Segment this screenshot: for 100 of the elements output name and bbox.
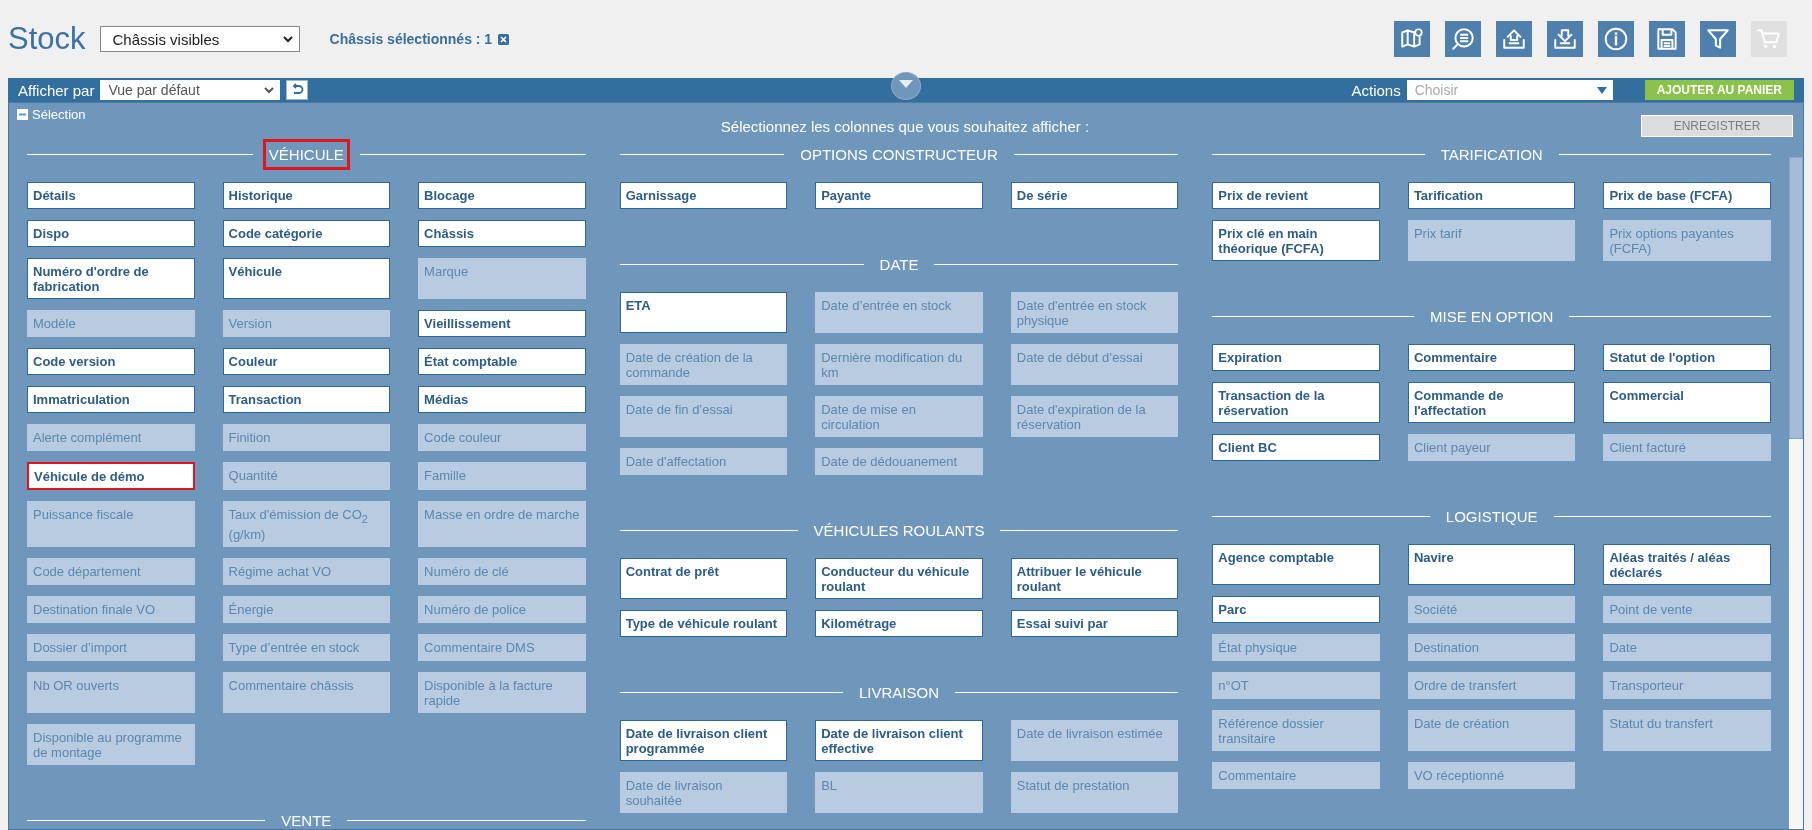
column-option[interactable]: Couleur bbox=[222, 348, 391, 375]
column-option[interactable]: Masse en ordre de marche bbox=[418, 501, 586, 547]
column-option[interactable]: Dossier d’import bbox=[27, 633, 195, 661]
column-option[interactable]: Destination bbox=[1407, 634, 1576, 661]
column-option[interactable]: Véhicule de démo bbox=[27, 462, 195, 490]
column-option[interactable]: Date de création bbox=[1407, 710, 1576, 751]
column-option[interactable]: Ordre de transfert bbox=[1407, 672, 1576, 699]
column-option[interactable]: Commentaire DMS bbox=[418, 633, 586, 661]
column-option[interactable]: Date de fin d’essai bbox=[619, 396, 788, 437]
column-option[interactable]: Attribuer le véhicule roulant bbox=[1010, 558, 1179, 599]
column-option[interactable]: Disponible à la facture rapide bbox=[418, 671, 586, 713]
column-option[interactable]: VO réceptionné bbox=[1407, 762, 1576, 789]
actions-select[interactable]: Choisir bbox=[1406, 80, 1613, 100]
collapse-toggle[interactable] bbox=[891, 72, 921, 100]
filter-button[interactable] bbox=[1700, 21, 1736, 57]
column-option[interactable]: Détails bbox=[27, 182, 195, 209]
column-option[interactable]: Quantité bbox=[222, 462, 391, 490]
column-option[interactable]: Commande de l'affectation bbox=[1407, 382, 1576, 423]
column-option[interactable]: Agence comptable bbox=[1212, 544, 1380, 585]
column-option[interactable]: Référence dossier transitaire bbox=[1212, 710, 1380, 751]
column-option[interactable]: Type d’entrée en stock bbox=[222, 633, 391, 661]
column-option[interactable]: BL bbox=[815, 772, 983, 813]
column-option[interactable]: Essai suivi par bbox=[1010, 610, 1179, 637]
column-option[interactable]: Alerte complément bbox=[27, 424, 195, 451]
column-option[interactable]: Modèle bbox=[27, 310, 195, 337]
column-option[interactable]: Régime achat VO bbox=[222, 557, 391, 585]
column-option[interactable]: Commercial bbox=[1603, 382, 1771, 423]
column-option[interactable]: Disponible au programme de montage bbox=[27, 723, 195, 765]
column-option[interactable]: Date de début d’essai bbox=[1010, 344, 1179, 385]
column-option[interactable]: Parc bbox=[1212, 596, 1380, 623]
column-option[interactable]: Prix options payantes (FCFA) bbox=[1603, 220, 1771, 261]
column-option[interactable]: Statut du transfert bbox=[1603, 710, 1771, 751]
reset-button[interactable] bbox=[286, 80, 309, 100]
column-option[interactable]: Code couleur bbox=[418, 424, 586, 451]
column-option[interactable]: Garnissage bbox=[619, 182, 788, 209]
column-option[interactable]: Commentaire bbox=[1407, 344, 1576, 371]
column-option[interactable]: Date de livraison client effective bbox=[815, 720, 983, 761]
column-option[interactable]: Châssis bbox=[418, 220, 586, 247]
clear-icon[interactable] bbox=[498, 33, 510, 45]
column-option[interactable]: Prix de base (FCFA) bbox=[1603, 182, 1771, 209]
column-option[interactable]: Type de véhicule roulant bbox=[619, 610, 788, 637]
column-option[interactable]: Famille bbox=[418, 462, 586, 490]
column-option[interactable]: Statut de prestation bbox=[1010, 772, 1179, 813]
column-option[interactable]: Version bbox=[222, 310, 391, 337]
info-button[interactable] bbox=[1598, 21, 1634, 57]
column-option[interactable]: Date d'entrée en stock physique bbox=[1010, 292, 1179, 333]
column-option[interactable]: État physique bbox=[1212, 634, 1380, 661]
column-option[interactable]: Prix tarif bbox=[1407, 220, 1576, 261]
download-button[interactable] bbox=[1547, 21, 1583, 57]
column-option[interactable]: Date de livraison client programmée bbox=[619, 720, 788, 761]
column-option[interactable]: Société bbox=[1407, 596, 1576, 623]
save-button[interactable] bbox=[1649, 21, 1685, 57]
column-option[interactable]: Énergie bbox=[222, 595, 391, 623]
collapse-icon[interactable] bbox=[17, 109, 28, 120]
column-option[interactable]: Médias bbox=[418, 386, 586, 413]
column-option[interactable]: Date d'expiration de la réservation bbox=[1010, 396, 1179, 437]
column-option[interactable]: Marque bbox=[418, 258, 586, 299]
column-option[interactable]: Numéro de police bbox=[418, 595, 586, 623]
column-option[interactable]: Taux d'émission de CO$_{2}$ (g/km) bbox=[222, 501, 391, 547]
column-option[interactable]: Prix clé en main théorique (FCFA) bbox=[1212, 220, 1380, 261]
column-option[interactable]: Code catégorie bbox=[222, 220, 391, 247]
map-button[interactable] bbox=[1394, 21, 1430, 57]
column-option[interactable]: Code département bbox=[27, 557, 195, 585]
selection-toggle[interactable]: Sélection bbox=[32, 107, 86, 122]
column-option[interactable]: Date de livraison estimée bbox=[1010, 720, 1179, 761]
column-option[interactable]: n°OT bbox=[1212, 672, 1380, 699]
column-option[interactable]: Puissance fiscale bbox=[27, 501, 195, 547]
column-option[interactable]: Finition bbox=[222, 424, 391, 451]
column-option[interactable]: Expiration bbox=[1212, 344, 1380, 371]
column-option[interactable]: Tarification bbox=[1407, 182, 1576, 209]
column-option[interactable]: Nb OR ouverts bbox=[27, 671, 195, 713]
column-option[interactable]: Date de création de la commande bbox=[619, 344, 788, 385]
column-option[interactable]: De série bbox=[1010, 182, 1179, 209]
column-option[interactable]: Vieillissement bbox=[418, 310, 586, 337]
column-option[interactable]: Date de dédouanement bbox=[815, 448, 983, 475]
column-option[interactable]: Historique bbox=[222, 182, 391, 209]
column-option[interactable]: État comptable bbox=[418, 348, 586, 375]
column-option[interactable]: Client BC bbox=[1212, 434, 1380, 461]
column-option[interactable]: Payante bbox=[815, 182, 983, 209]
column-option[interactable]: Navire bbox=[1407, 544, 1576, 585]
column-option[interactable]: Aléas traités / aléas déclarés bbox=[1603, 544, 1771, 585]
column-option[interactable]: Date de livraison souhaitée bbox=[619, 772, 788, 813]
column-option[interactable]: Statut de l'option bbox=[1603, 344, 1771, 371]
column-option[interactable]: Numéro d'ordre de fabrication bbox=[27, 258, 195, 299]
column-option[interactable]: Destination finale VO bbox=[27, 595, 195, 623]
column-option[interactable]: Commentaire châssis bbox=[222, 671, 391, 713]
column-option[interactable]: Commentaire bbox=[1212, 762, 1380, 789]
column-option[interactable]: Point de vente bbox=[1603, 596, 1771, 623]
view-select[interactable]: Vue par défaut bbox=[100, 80, 281, 100]
column-option[interactable]: Kilométrage bbox=[815, 610, 983, 637]
upload-button[interactable] bbox=[1496, 21, 1532, 57]
view-select[interactable]: Châssis visibles bbox=[99, 26, 300, 52]
column-option[interactable]: Transaction bbox=[222, 386, 391, 413]
column-option[interactable]: Transaction de la réservation bbox=[1212, 382, 1380, 423]
column-option[interactable]: Date d’entrée en stock bbox=[815, 292, 983, 333]
column-option[interactable]: Client payeur bbox=[1407, 434, 1576, 461]
column-option[interactable]: Date bbox=[1603, 634, 1771, 661]
column-option[interactable]: Véhicule bbox=[222, 258, 391, 299]
column-option[interactable]: Client facturé bbox=[1603, 434, 1771, 461]
column-option[interactable]: Transporteur bbox=[1603, 672, 1771, 699]
